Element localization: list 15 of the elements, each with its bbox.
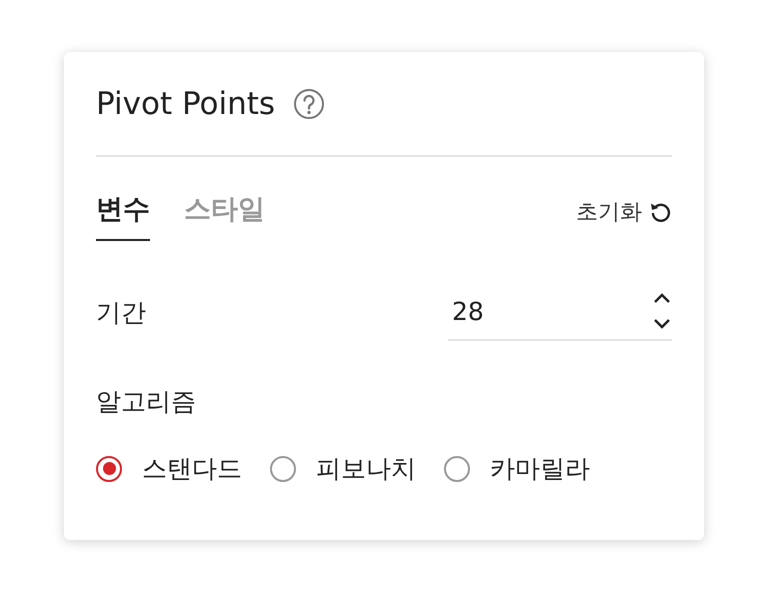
radio-label[interactable]: 스탠다드 xyxy=(142,452,242,485)
radio-button[interactable] xyxy=(270,456,296,482)
decrement-icon[interactable] xyxy=(652,317,672,331)
tab[interactable]: 변수 xyxy=(96,191,150,241)
algorithm-label: 알고리즘 xyxy=(96,386,197,418)
radio-label[interactable]: 카마릴라 xyxy=(490,452,590,485)
dialog-title: Pivot Points xyxy=(96,86,276,122)
radio-button[interactable] xyxy=(96,456,122,482)
help-icon[interactable] xyxy=(293,88,326,120)
period-label: 기간 xyxy=(96,296,146,328)
radio-button[interactable] xyxy=(444,456,470,482)
period-input[interactable]: 28 xyxy=(448,283,672,341)
reset-button[interactable]: 초기화 xyxy=(576,191,672,233)
radio-label[interactable]: 피보나치 xyxy=(316,452,416,485)
increment-icon[interactable] xyxy=(652,291,672,305)
